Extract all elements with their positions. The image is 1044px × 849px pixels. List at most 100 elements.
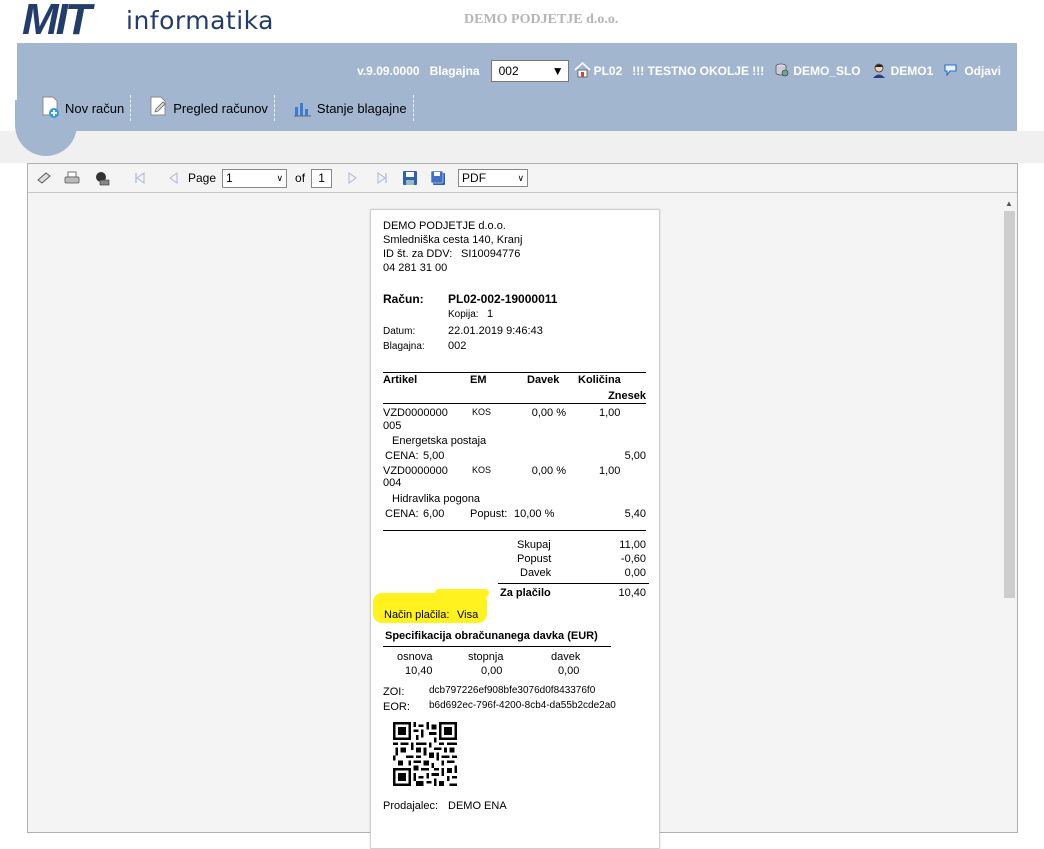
menu-cash-state-label: Stanje blagajne xyxy=(316,100,407,116)
top-header: MIT informatika DEMO PODJETJE d.o.o. xyxy=(0,0,1044,43)
item-code: 005 xyxy=(383,420,402,432)
spec-val: 0,00 xyxy=(558,665,580,677)
spec-col: osnova xyxy=(397,651,433,663)
report-viewer: Page 1 ∨ of 1 PDF ∨ ▲ DEMO PODJETJE d.o.… xyxy=(27,163,1018,849)
total-pages-value: 1 xyxy=(318,171,325,185)
sum-value: 11,00 xyxy=(619,539,646,551)
scrollbar-thumb[interactable] xyxy=(1004,211,1015,598)
spec-val: 10,40 xyxy=(405,665,433,677)
item-price: 6,00 xyxy=(423,508,445,520)
receipt-address: Smledniška cesta 140, Kranj xyxy=(383,234,523,246)
copy-label: Kopija: xyxy=(448,309,479,320)
qr-code xyxy=(393,722,457,786)
page-label: Page xyxy=(188,171,217,185)
total-discount-value: -0,60 xyxy=(620,553,646,565)
first-page-icon[interactable] xyxy=(132,170,148,186)
item-amount: 5,00 xyxy=(624,450,646,462)
item-name: Energetska postaja xyxy=(392,435,487,447)
of-label: of xyxy=(295,171,306,185)
highlight-mark xyxy=(435,589,489,597)
spec-col: stopnja xyxy=(468,651,504,663)
receipt-company: DEMO PODJETJE d.o.o. xyxy=(383,220,506,232)
invoice-label: Račun: xyxy=(383,292,424,306)
total-tax-value: 0,00 xyxy=(624,567,646,579)
receipt-phone: 04 281 31 00 xyxy=(383,262,448,274)
status-bar: v.9.09.0000 Blagajna 002 ▼ PL02 !!! TEST… xyxy=(357,60,1001,82)
col-qty: Količina xyxy=(578,374,621,386)
logout-link[interactable]: Odjavi xyxy=(964,64,1001,78)
item-amount: 5,40 xyxy=(624,508,646,520)
item-code: 004 xyxy=(383,477,402,489)
payment-method-label: Način plačila: xyxy=(384,609,450,621)
pay-label: Za plačilo xyxy=(500,587,551,599)
database-label[interactable]: DEMO_SLO xyxy=(793,64,860,78)
spec-col: davek xyxy=(551,651,581,663)
print-icon[interactable] xyxy=(64,170,80,186)
page-number-input[interactable]: 1 ∨ xyxy=(222,168,288,188)
export-format-select[interactable]: PDF ∨ xyxy=(458,169,529,187)
zoi-label: ZOI: xyxy=(383,686,405,698)
scroll-up-icon[interactable]: ▲ xyxy=(1005,199,1013,208)
home-icon[interactable] xyxy=(574,61,591,81)
item-code: VZD0000000 xyxy=(383,465,448,477)
date-label: Datum: xyxy=(383,326,416,337)
user-icon xyxy=(871,62,887,81)
vertical-scrollbar[interactable]: ▲ xyxy=(1003,198,1016,830)
divider xyxy=(383,530,646,531)
item-em: KOS xyxy=(472,465,492,475)
seller-label: Prodajalec: xyxy=(383,800,439,812)
divider xyxy=(383,403,646,404)
copy-value: 1 xyxy=(487,308,494,320)
divider xyxy=(383,372,646,373)
eor-label: EOR: xyxy=(383,701,410,713)
save-icon[interactable] xyxy=(402,170,418,186)
vat-label: ID št. za DDV: xyxy=(383,248,453,260)
prev-page-icon[interactable] xyxy=(166,170,182,186)
vat-value: SI10094776 xyxy=(461,248,521,260)
eor-value: b6d692ec-796f-4200-8cb4-da55b2cde2a0 xyxy=(429,700,616,711)
total-tax-label: Davek xyxy=(520,567,552,579)
kasa-label: Blagajna xyxy=(429,64,480,78)
next-page-icon[interactable] xyxy=(344,170,360,186)
divider xyxy=(383,646,611,647)
zoi-value: dcb797226ef908bfe3076d0f843376f0 xyxy=(429,685,596,696)
kasa-select[interactable]: 002 ▼ xyxy=(490,60,569,82)
new-invoice-icon xyxy=(40,95,62,122)
report-toolbar: Page 1 ∨ of 1 PDF ∨ xyxy=(28,164,1017,193)
register-value: 002 xyxy=(448,340,467,352)
spec-val: 0,00 xyxy=(481,665,503,677)
item-name: Hidravlika pogona xyxy=(392,493,481,505)
item-code: VZD0000000 xyxy=(383,407,448,419)
mit-logo: MIT informatika xyxy=(22,0,274,42)
menu-review-invoices-label: Pregled računov xyxy=(173,100,268,116)
menu-new-invoice-label: Nov račun xyxy=(65,100,125,116)
main-menu: Nov račun Pregled računov Stanje blagajn… xyxy=(37,95,428,121)
kasa-select-value: 002 xyxy=(498,64,519,78)
tax-spec-title: Specifikacija obračunanega davka (EUR) xyxy=(385,630,598,642)
chevron-down-icon: ∨ xyxy=(276,172,284,183)
item-qty: 1,00 xyxy=(599,407,621,419)
invoice-number: PL02-002-19000011 xyxy=(448,292,558,306)
logo-tail: informatika xyxy=(126,6,275,35)
last-page-icon[interactable] xyxy=(374,170,390,186)
chart-icon xyxy=(292,95,314,122)
menu-new-invoice[interactable]: Nov račun xyxy=(37,95,132,122)
menu-review-invoices[interactable]: Pregled računov xyxy=(145,95,275,121)
save-all-icon[interactable] xyxy=(430,170,446,186)
export-icon[interactable] xyxy=(94,170,110,186)
pay-value: 10,40 xyxy=(618,587,646,599)
logout-icon[interactable] xyxy=(943,62,958,80)
location-label[interactable]: PL02 xyxy=(594,64,623,78)
item-qty: 1,00 xyxy=(599,465,621,477)
menu-cash-state[interactable]: Stanje blagajne xyxy=(289,95,414,121)
col-amount: Znesek xyxy=(608,390,646,402)
company-name: DEMO PODJETJE d.o.o. xyxy=(464,12,619,27)
export-format-value: PDF xyxy=(462,171,487,185)
total-discount-label: Popust xyxy=(517,553,552,565)
user-label[interactable]: DEMO1 xyxy=(891,64,934,78)
payment-method-value: Visa xyxy=(457,609,479,621)
seller-value: DEMO ENA xyxy=(448,800,507,812)
toggle-params-icon[interactable] xyxy=(36,170,52,186)
item-tax: 0,00 % xyxy=(531,407,566,419)
register-label: Blagajna: xyxy=(383,341,425,352)
